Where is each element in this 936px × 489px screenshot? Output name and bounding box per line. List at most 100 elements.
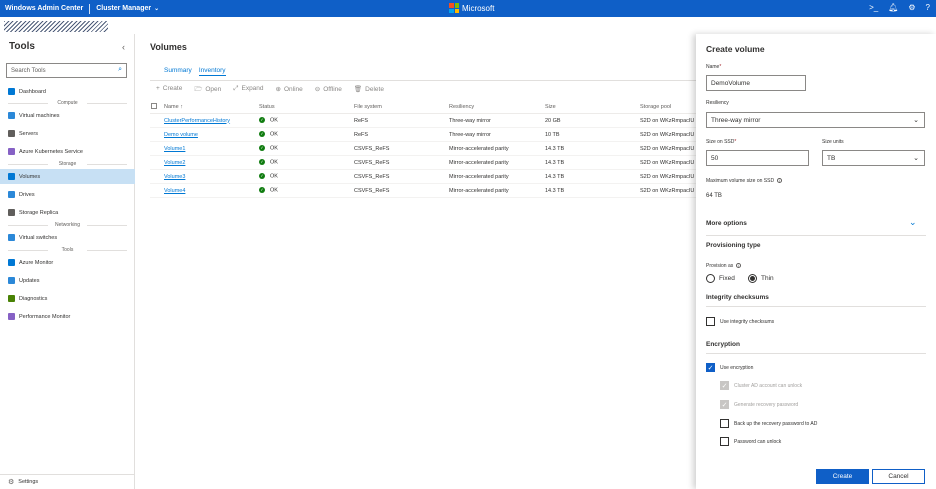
size-cell: 10 TB [545,131,560,138]
ok-status-icon: ✓ [259,159,265,166]
search-input[interactable]: Search Tools ⌕ [6,63,127,78]
select-all-checkbox[interactable] [151,102,157,111]
use-encryption-checkbox[interactable]: ✓ Use encryption [706,363,753,372]
table-row[interactable]: Volume1 ✓ OK CSVFS_ReFS Mirror-accelerated p… [150,142,696,156]
table-row[interactable]: ClusterPerformanceHistory ✓ OK ReFS Three-wa… [150,114,696,128]
create-button[interactable]: Create [816,469,869,484]
column-header-file-system[interactable]: File system [354,104,382,110]
table-row[interactable]: Volume2 ✓ OK CSVFS_ReFS Mirror-accelerated p… [150,156,696,170]
use-integrity-checkbox[interactable]: Use integrity checksums [706,317,774,326]
sidebar-item-azure-monitor[interactable]: Azure Monitor [0,255,135,270]
name-field[interactable]: DemoVolume [706,75,806,91]
sidebar-item-label: Performance Monitor [19,313,71,320]
create-button[interactable]: + Create [156,85,182,96]
resiliency-value: Three-way mirror [711,116,761,124]
size-field[interactable]: 50 [706,150,809,166]
sidebar-item-virtual-machines[interactable]: Virtual machines [0,108,135,123]
file-system-cell: CSVFS_ReFS [354,173,390,180]
tab-summary[interactable]: Summary [164,67,192,76]
server-icon [8,130,15,137]
sidebar-item-virtual-switches[interactable]: Virtual switches [0,230,135,245]
sidebar-item-label: Azure Monitor [19,259,54,266]
name-label: Name* [706,64,721,70]
max-size-label: Maximum volume size on SSD i [706,178,783,184]
column-header-size[interactable]: Size [545,104,556,110]
sidebar-item-servers[interactable]: Servers [0,126,135,141]
column-header-status[interactable]: Status [259,104,275,110]
help-icon[interactable]: ? [926,3,930,12]
table-row[interactable]: Volume4 ✓ OK CSVFS_ReFS Mirror-accelerated p… [150,184,696,198]
powershell-icon[interactable]: >_ [869,3,878,12]
column-header-name[interactable]: Name ↑ [164,104,183,110]
context-switcher[interactable]: Cluster Manager ⌄ [96,5,159,12]
diagnostics-icon [8,295,15,302]
app-title[interactable]: Windows Admin Center [0,5,83,12]
online-icon: ⊕ [275,86,281,93]
checkbox-box [720,419,729,428]
radio-fixed[interactable]: Fixed [706,274,735,283]
notifications-icon[interactable]: 🔔︎ [888,3,898,12]
column-header-resiliency[interactable]: Resiliency [449,104,474,110]
column-header-storage-pool[interactable]: Storage pool [640,104,696,110]
cluster-ad-checkbox: ✓ Cluster AD account can unlock [720,381,802,390]
sidebar-item-settings[interactable]: ⚙ Settings [0,474,135,489]
sidebar-item-updates[interactable]: Updates [0,273,135,288]
table-row[interactable]: Demo volume ✓ OK ReFS Three-way mirror 10 TB S… [150,128,696,142]
storage-replica-icon [8,209,15,216]
open-button[interactable]: 🗁︎ Open [194,85,221,96]
offline-button[interactable]: ⊖ Offline [315,85,342,96]
required-marker: * [719,64,722,70]
volume-name-link[interactable]: Volume4 [164,188,185,194]
volume-name-link[interactable]: Volume3 [164,174,185,180]
info-icon[interactable]: i [736,263,742,269]
size-units-value: TB [827,154,836,162]
status-text: OK [270,173,278,180]
max-size-value: 64 TB [706,193,722,199]
gear-icon[interactable]: ⚙ [908,3,915,12]
volume-name-link[interactable]: Volume2 [164,160,185,166]
size-units-dropdown[interactable]: TB ⌄ [822,150,925,166]
ok-status-icon: ✓ [259,131,265,138]
size-label: Size on SSD* [706,139,736,145]
status-cell: ✓ OK [259,159,278,166]
max-size-label-text: Maximum volume size on SSD [706,178,775,184]
cancel-button[interactable]: Cancel [872,469,925,484]
backup-ad-checkbox[interactable]: Back up the recovery password to AD [720,419,817,428]
radio-thin[interactable]: Thin [748,274,774,283]
kubernetes-icon [8,148,15,155]
storage-pool-cell: S2D on WKzRmpacIU [640,145,695,152]
search-icon[interactable]: ⌕ [118,66,122,74]
sidebar-item-dashboard[interactable]: Dashboard [0,84,135,99]
resiliency-dropdown[interactable]: Three-way mirror ⌄ [706,112,925,128]
chevron-down-icon[interactable]: ⌄ [909,217,917,228]
sidebar-item-drives[interactable]: Drives [0,187,135,202]
virtual-machine-icon [8,112,15,119]
volume-name-link[interactable]: Volume1 [164,146,185,152]
info-icon[interactable]: i [777,178,783,184]
sidebar-item-volumes[interactable]: Volumes [0,169,135,184]
top-bar-actions: >_ 🔔︎ ⚙ ? [869,3,930,12]
backup-ad-label: Back up the recovery password to AD [734,420,818,427]
title-separator [89,3,91,14]
context-label: Cluster Manager [96,5,152,12]
table-header: Name ↑ Status File system Resiliency Siz… [150,100,696,114]
page-title: Volumes [150,42,187,52]
more-options-toggle[interactable]: More options [706,220,747,227]
tab-inventory[interactable]: Inventory [198,67,226,76]
volume-name-link[interactable]: ClusterPerformanceHistory [164,118,230,124]
online-button[interactable]: ⊕ Online [276,85,303,96]
group-label-compute: Compute [0,100,135,107]
delete-button[interactable]: 🗑︎ Delete [354,85,384,96]
sidebar-item-diagnostics[interactable]: Diagnostics [0,291,135,306]
collapse-icon[interactable]: ‹ [122,42,125,52]
table-row[interactable]: Volume3 ✓ OK CSVFS_ReFS Mirror-accelerated p… [150,170,696,184]
expand-button[interactable]: ⤢ Expand [233,85,263,96]
storage-pool-cell: S2D on WKzRmpacIU [640,131,695,138]
sidebar-item-storage-replica[interactable]: Storage Replica [0,205,135,220]
file-system-cell: ReFS [354,117,369,124]
sidebar-item-performance-monitor[interactable]: Performance Monitor [0,309,135,324]
ok-status-icon: ✓ [259,173,265,180]
sidebar-item-aks[interactable]: Azure Kubernetes Service [0,144,135,159]
password-unlock-checkbox[interactable]: Password can unlock [720,437,781,446]
volume-name-link[interactable]: Demo volume [164,132,198,138]
